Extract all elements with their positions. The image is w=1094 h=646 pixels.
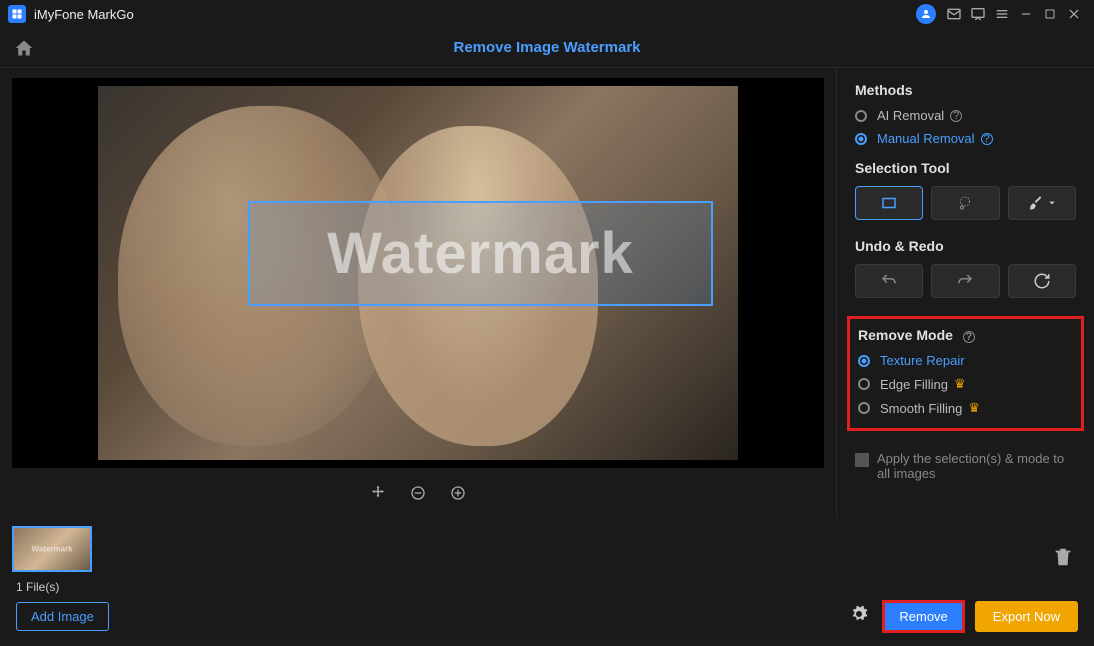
radio-icon	[855, 133, 867, 145]
mode-smooth-radio[interactable]: Smooth Filling ♛	[858, 400, 1075, 416]
selection-box[interactable]: Watermark	[248, 201, 713, 306]
method-ai-label: AI Removal	[877, 108, 944, 123]
crown-icon: ♛	[954, 376, 966, 392]
mode-edge-radio[interactable]: Edge Filling ♛	[858, 376, 1075, 392]
zoom-in-icon[interactable]	[447, 482, 469, 504]
export-button[interactable]: Export Now	[975, 601, 1078, 632]
minimize-icon[interactable]	[1014, 2, 1038, 26]
method-manual-label: Manual Removal	[877, 131, 975, 146]
methods-heading: Methods	[855, 82, 1076, 98]
titlebar: iMyFone MarkGo	[0, 0, 1094, 28]
redo-button[interactable]	[931, 264, 999, 298]
brush-tool-button[interactable]	[1008, 186, 1076, 220]
watermark-text: Watermark	[327, 220, 634, 287]
lasso-tool-button[interactable]	[931, 186, 999, 220]
user-icon[interactable]	[916, 4, 936, 24]
mode-edge-label: Edge Filling	[880, 377, 948, 392]
preview-panel: Watermark	[0, 68, 836, 518]
zoom-out-icon[interactable]	[407, 482, 429, 504]
maximize-icon[interactable]	[1038, 2, 1062, 26]
remove-mode-highlight: Remove Mode ? Texture Repair Edge Fillin…	[847, 316, 1084, 431]
mode-smooth-label: Smooth Filling	[880, 401, 962, 416]
selection-tool-heading: Selection Tool	[855, 160, 1076, 176]
app-logo-icon	[8, 5, 26, 23]
app-title: iMyFone MarkGo	[34, 7, 134, 22]
canvas[interactable]: Watermark	[12, 78, 824, 468]
checkbox-icon	[855, 453, 869, 467]
pan-icon[interactable]	[367, 482, 389, 504]
mode-texture-radio[interactable]: Texture Repair	[858, 353, 1075, 368]
add-image-button[interactable]: Add Image	[16, 602, 109, 631]
reset-button[interactable]	[1008, 264, 1076, 298]
file-count: 1 File(s)	[16, 580, 1082, 594]
canvas-controls	[12, 468, 824, 518]
help-icon[interactable]: ?	[981, 133, 993, 145]
menu-icon[interactable]	[990, 2, 1014, 26]
footer: Add Image Remove Export Now	[0, 594, 1094, 643]
home-icon[interactable]	[12, 36, 36, 60]
thumbnail[interactable]	[12, 526, 92, 572]
radio-icon	[855, 110, 867, 122]
method-manual-radio[interactable]: Manual Removal ?	[855, 131, 1076, 146]
settings-icon[interactable]	[850, 605, 868, 628]
sidebar: Methods AI Removal ? Manual Removal ? Se…	[836, 68, 1094, 518]
toolbar: Remove Image Watermark	[0, 28, 1094, 68]
radio-icon	[858, 378, 870, 390]
undo-redo-heading: Undo & Redo	[855, 238, 1076, 254]
page-title: Remove Image Watermark	[453, 39, 640, 56]
help-icon[interactable]: ?	[963, 331, 975, 343]
preview-image: Watermark	[98, 86, 738, 460]
crown-icon: ♛	[968, 400, 980, 416]
trash-icon[interactable]	[1052, 546, 1074, 573]
remove-mode-heading: Remove Mode ?	[858, 327, 1075, 343]
mode-texture-label: Texture Repair	[880, 353, 965, 368]
close-icon[interactable]	[1062, 2, 1086, 26]
apply-all-checkbox[interactable]: Apply the selection(s) & mode to all ima…	[855, 451, 1076, 481]
mail-icon[interactable]	[942, 2, 966, 26]
help-icon[interactable]: ?	[950, 110, 962, 122]
method-ai-radio[interactable]: AI Removal ?	[855, 108, 1076, 123]
rectangle-tool-button[interactable]	[855, 186, 923, 220]
radio-icon	[858, 355, 870, 367]
remove-button[interactable]: Remove	[882, 600, 964, 633]
message-icon[interactable]	[966, 2, 990, 26]
apply-all-label: Apply the selection(s) & mode to all ima…	[877, 451, 1076, 481]
undo-button[interactable]	[855, 264, 923, 298]
radio-icon	[858, 402, 870, 414]
bottom-strip: 1 File(s)	[0, 518, 1094, 594]
